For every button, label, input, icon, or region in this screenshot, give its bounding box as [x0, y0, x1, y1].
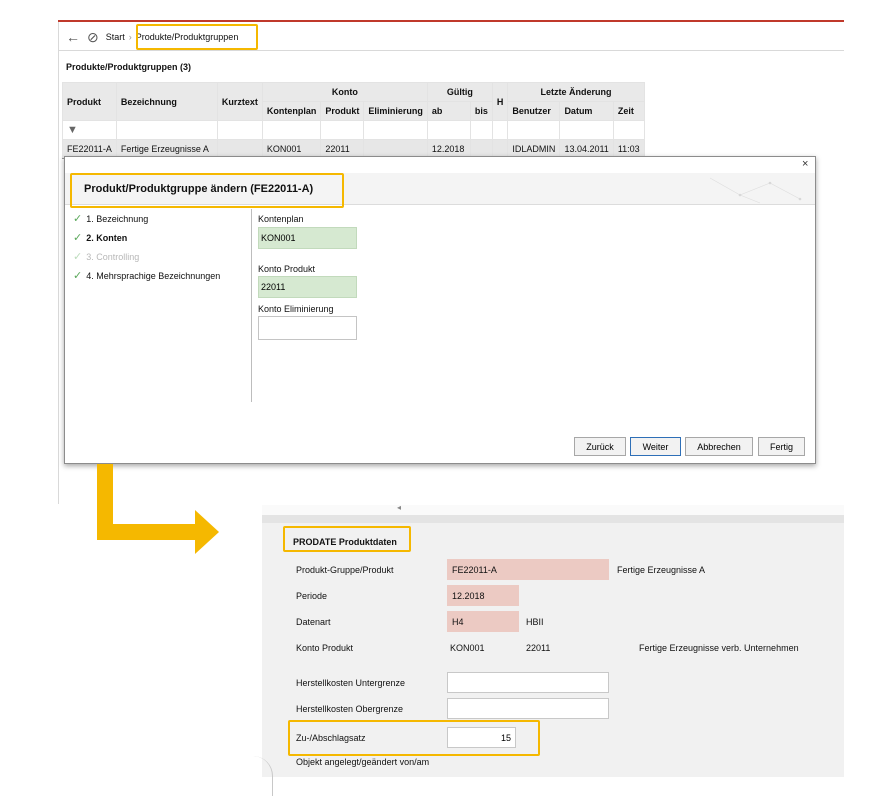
col-bezeichnung[interactable]: Bezeichnung [115, 82, 218, 121]
divider [58, 50, 844, 51]
highlight-box [70, 173, 344, 208]
close-icon[interactable]: × [802, 158, 808, 170]
wizard-step-label: 1. Bezeichnung [86, 213, 149, 224]
wizard-step-konten[interactable]: ✓ 2. Konten [73, 231, 127, 244]
col-datum[interactable]: Datum [559, 101, 614, 121]
wizard-step-label: 4. Mehrsprachige Bezeichnungen [86, 270, 221, 281]
filter-cell[interactable] [507, 120, 561, 140]
herstellkosten-obergrenze-input[interactable] [447, 698, 609, 719]
col-group-gueltig: Gültig [426, 82, 493, 102]
panel-top [262, 505, 844, 515]
collapse-icon[interactable]: ◂ [397, 503, 401, 512]
col-benutzer[interactable]: Benutzer [507, 101, 561, 121]
konto-produkt-label: Konto Produkt [258, 264, 316, 274]
periode-label: Periode [296, 591, 328, 601]
filter-cell[interactable] [426, 120, 471, 140]
filter-cell[interactable] [320, 120, 365, 140]
wizard-step-mehrsprachige-bezeichnungen[interactable]: ✓ 4. Mehrsprachige Bezeichnungen [73, 269, 220, 282]
wizard-step-bezeichnung[interactable]: ✓ 1. Bezeichnung [73, 212, 148, 225]
filter-cell[interactable] [115, 120, 218, 140]
col-konto-produkt[interactable]: Produkt [320, 101, 365, 121]
highlight-box [288, 720, 540, 756]
col-ab[interactable]: ab [426, 101, 471, 121]
check-icon: ✓ [73, 232, 83, 244]
datenart-description: HBII [526, 617, 544, 627]
herstellkosten-untergrenze-input[interactable] [447, 672, 609, 693]
konto-produkt-description: Fertige Erzeugnisse verb. Unternehmen [639, 643, 799, 653]
konto-produkt-field[interactable] [258, 276, 357, 298]
objekt-angelegt-label: Objekt angelegt/geändert von/am [296, 757, 430, 767]
herstellkosten-obergrenze-label: Herstellkosten Obergrenze [296, 704, 404, 714]
abbrechen-button[interactable]: Abbrechen [685, 437, 753, 456]
accent-line [58, 20, 844, 22]
filter-cell[interactable] [216, 120, 263, 140]
filter-icon[interactable]: ▼ [67, 124, 78, 136]
check-icon: ✓ [73, 251, 83, 263]
arrow-left-icon[interactable]: ← [66, 30, 80, 44]
konto-produkt-value: 22011 [526, 643, 551, 653]
filter-row: ▼ [62, 120, 645, 140]
filter-cell[interactable] [612, 120, 645, 140]
konto-eliminierung-label: Konto Eliminierung [258, 304, 334, 314]
col-eliminierung[interactable]: Eliminierung [363, 101, 428, 121]
col-group-konto: Konto [261, 82, 428, 102]
fertig-button[interactable]: Fertig [758, 437, 805, 456]
wizard-step-label: 2. Konten [86, 232, 128, 243]
filter-cell[interactable] [559, 120, 614, 140]
filter-cell[interactable] [469, 120, 493, 140]
check-icon: ✓ [73, 270, 83, 282]
filter-cell[interactable] [491, 120, 509, 140]
divider [251, 209, 252, 402]
konto-produkt-label: Konto Produkt [296, 643, 354, 653]
kontenplan-field[interactable] [258, 227, 357, 249]
konto-produkt-kontenplan: KON001 [450, 643, 485, 653]
herstellkosten-untergrenze-label: Herstellkosten Untergrenze [296, 678, 406, 688]
breadcrumb-start[interactable]: Start [106, 32, 125, 42]
produkt-gruppe-field[interactable]: FE22011-A [447, 559, 609, 580]
periode-field[interactable]: 12.2018 [447, 585, 519, 606]
filter-cell[interactable]: ▼ [62, 120, 117, 140]
arrow-head [195, 510, 219, 554]
wizard-step-label: 3. Controlling [86, 251, 140, 262]
breadcrumb-separator: › [128, 32, 132, 42]
highlight-box [283, 526, 411, 552]
col-produkt[interactable]: Produkt [62, 82, 117, 121]
wizard-step-controlling: ✓ 3. Controlling [73, 250, 139, 263]
highlight-box [136, 24, 258, 50]
produkt-gruppe-label: Produkt-Gruppe/Produkt [296, 565, 394, 575]
weiter-button[interactable]: Weiter [630, 437, 681, 456]
produkt-gruppe-description: Fertige Erzeugnisse A [617, 565, 706, 575]
datenart-label: Datenart [296, 617, 331, 627]
col-kurztext[interactable]: Kurztext [216, 82, 263, 121]
check-icon: ✓ [73, 213, 83, 225]
datenart-field[interactable]: H4 [447, 611, 519, 632]
konto-eliminierung-field[interactable] [258, 316, 357, 340]
col-bis[interactable]: bis [469, 101, 493, 121]
zurueck-button[interactable]: Zurück [574, 437, 626, 456]
kontenplan-label: Kontenplan [258, 214, 304, 224]
arrow-shaft [97, 524, 197, 540]
list-title: Produkte/Produktgruppen (3) [66, 62, 192, 72]
product-table: Produkt Bezeichnung Kurztext Konto Gülti… [62, 82, 645, 159]
header-decoration [709, 177, 802, 204]
prohibited-icon[interactable]: ⊘ [87, 30, 99, 44]
col-h[interactable]: H [491, 82, 509, 121]
col-zeit[interactable]: Zeit [612, 101, 645, 121]
filter-cell[interactable] [261, 120, 322, 140]
panel-band [262, 515, 844, 523]
filter-cell[interactable] [363, 120, 428, 140]
col-group-letzte-aenderung: Letzte Änderung [507, 82, 645, 102]
col-kontenplan[interactable]: Kontenplan [261, 101, 322, 121]
